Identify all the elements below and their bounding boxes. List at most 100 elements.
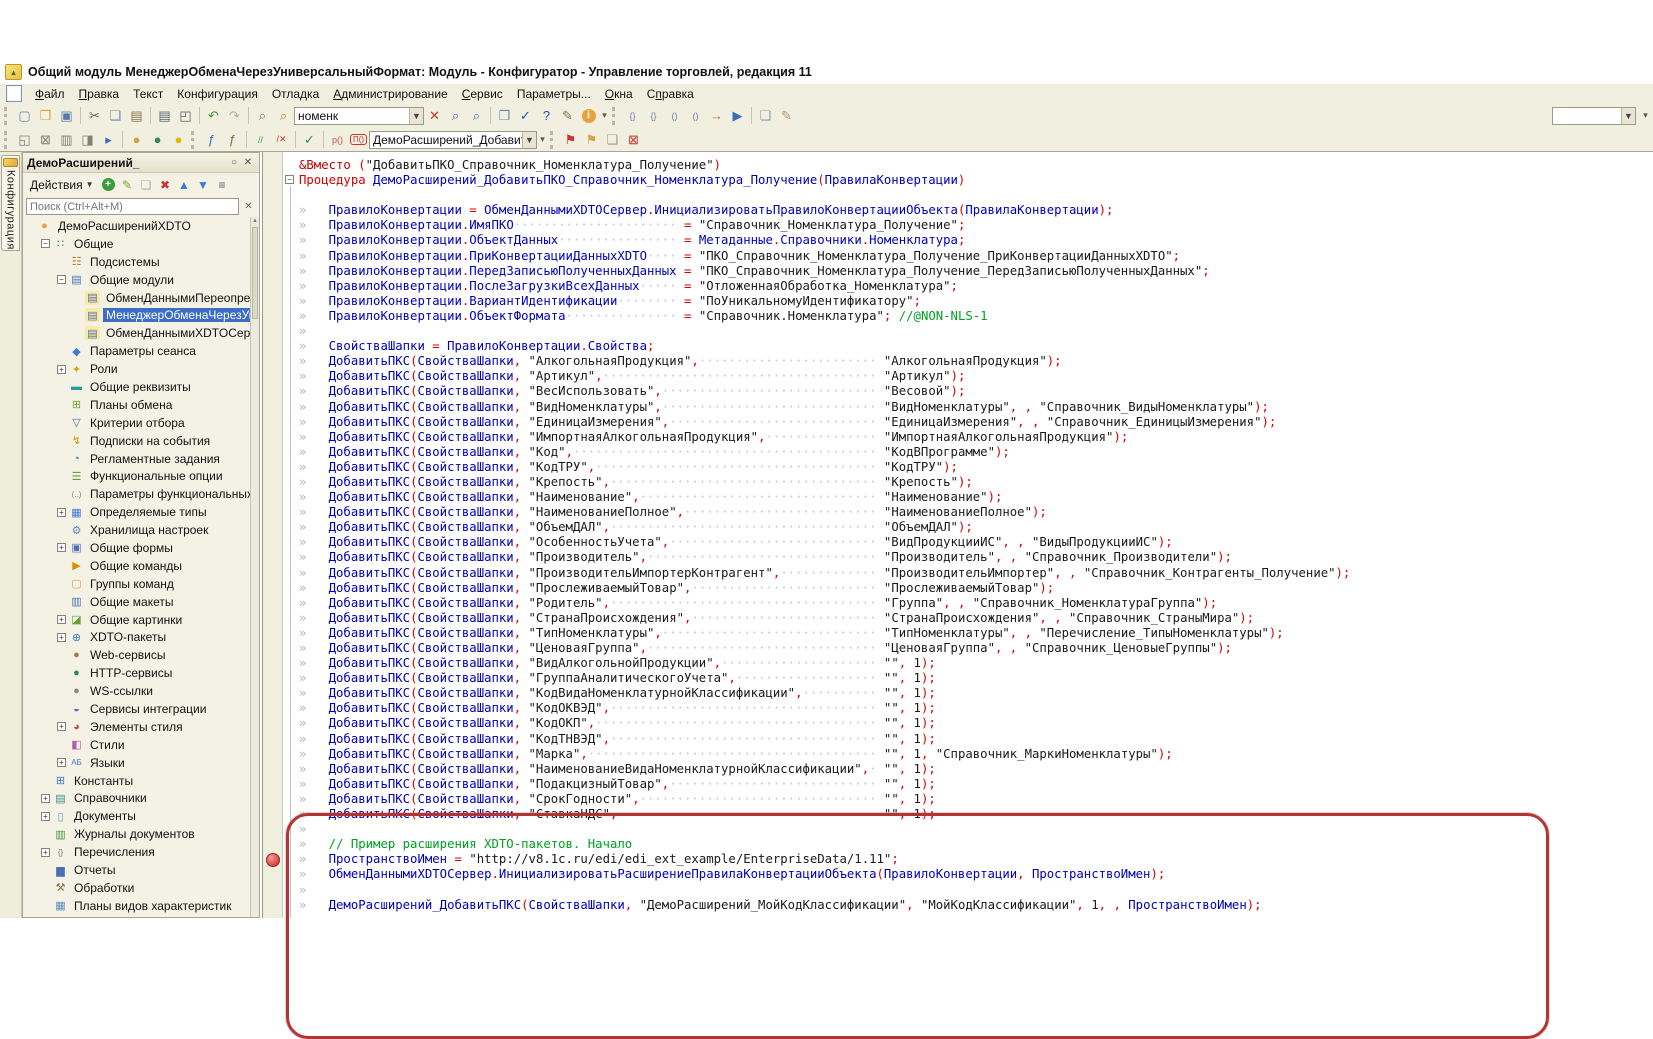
expander-icon[interactable]: + bbox=[57, 543, 66, 552]
clear-bookmarks-icon[interactable]: ⊠ bbox=[623, 130, 644, 150]
find-in-folder-icon[interactable]: ⌕ bbox=[252, 106, 273, 126]
menu-item[interactable]: Правка bbox=[72, 85, 127, 103]
expander-icon[interactable]: + bbox=[57, 365, 66, 374]
add-bookmark-icon[interactable]: ⚑ bbox=[560, 130, 581, 150]
tree-item[interactable]: +▣Общие формы bbox=[23, 539, 250, 557]
code-editor[interactable]: &Вместо ("ДобавитьПКО_Справочник_Номенкл… bbox=[283, 152, 1653, 918]
tree-item[interactable]: ⚙Хранилища настроек bbox=[23, 521, 250, 539]
template-icon[interactable]: ✎ bbox=[557, 106, 578, 126]
goto-procedure-icon[interactable]: p() bbox=[327, 130, 348, 150]
expander-icon[interactable]: − bbox=[41, 239, 50, 248]
tree-item[interactable]: ☰Функциональные опции bbox=[23, 467, 250, 485]
expander-icon[interactable]: + bbox=[41, 848, 50, 857]
breakpoint-margin[interactable] bbox=[262, 152, 283, 918]
scroll-up-icon[interactable]: ▲ bbox=[251, 217, 259, 226]
tree-item[interactable]: ▥Общие макеты bbox=[23, 593, 250, 611]
tree-item[interactable]: +▯Документы bbox=[23, 807, 250, 825]
open-icon[interactable]: ❒ bbox=[35, 106, 56, 126]
tree-item[interactable]: ▽Критерии отбора bbox=[23, 414, 250, 432]
menu-item[interactable]: Окна bbox=[598, 85, 640, 103]
open-document-icon[interactable]: ▶ bbox=[727, 106, 748, 126]
tree-item[interactable]: ▤ОбменДаннымиПереопредел bbox=[23, 289, 250, 307]
print-preview-icon[interactable]: ◰ bbox=[175, 106, 196, 126]
pin-icon[interactable]: ○ bbox=[227, 156, 241, 170]
expander-icon[interactable]: + bbox=[57, 508, 66, 517]
tree-item[interactable]: ▆Отчеты bbox=[23, 861, 250, 879]
tree-item[interactable]: +▦Определяемые типы bbox=[23, 503, 250, 521]
toolbar-grip[interactable] bbox=[612, 107, 618, 125]
edit-icon[interactable]: ✎ bbox=[118, 176, 137, 194]
menu-item[interactable]: Администрирование bbox=[326, 85, 454, 103]
expander-icon[interactable]: + bbox=[41, 812, 50, 821]
expander-icon[interactable]: + bbox=[57, 633, 66, 642]
expander-icon[interactable]: + bbox=[57, 758, 66, 767]
breakpoint-marker[interactable] bbox=[266, 853, 280, 867]
tree-item[interactable]: +АБЯзыки bbox=[23, 754, 250, 772]
find-next-icon[interactable]: ⌕ bbox=[445, 106, 466, 126]
find-previous-icon[interactable]: ⌕ bbox=[466, 106, 487, 126]
syntax-check-icon[interactable]: ✓ bbox=[515, 106, 536, 126]
open-in-window-icon[interactable]: ▸ bbox=[98, 130, 119, 150]
tree-item[interactable]: ●HTTP-сервисы bbox=[23, 664, 250, 682]
tree-item[interactable]: ↯Подписки на события bbox=[23, 432, 250, 450]
search-clear-icon[interactable]: ✕ bbox=[241, 199, 256, 214]
copy-icon[interactable]: ❏ bbox=[105, 106, 126, 126]
tree-item[interactable]: ⊞Константы bbox=[23, 772, 250, 790]
undo-icon[interactable]: ↶ bbox=[203, 106, 224, 126]
tree-item[interactable]: +◕Элементы стиля bbox=[23, 718, 250, 736]
tree-item[interactable]: ◆Параметры сеанса bbox=[23, 342, 250, 360]
search-input[interactable]: номенк▼ bbox=[294, 107, 424, 125]
toolbar-grip[interactable] bbox=[191, 131, 197, 149]
toolbar-grip[interactable] bbox=[4, 131, 10, 149]
expander-icon[interactable]: + bbox=[57, 722, 66, 731]
search-clear-icon[interactable]: ✕ bbox=[424, 106, 445, 126]
next-bookmark-icon[interactable]: ⚑ bbox=[581, 130, 602, 150]
bookmark-doc-icon[interactable]: ❏ bbox=[755, 106, 776, 126]
sort-icon[interactable]: ≡ bbox=[213, 176, 232, 194]
tree-item[interactable]: ●ДемоРасширенийXDTO bbox=[23, 217, 250, 235]
procedure-select[interactable]: ДемоРасширений_ДобавитьПК▼ bbox=[369, 131, 537, 149]
navigate-forward-globe-icon[interactable]: ● bbox=[168, 130, 189, 150]
tree-item[interactable]: ☷Подсистемы bbox=[23, 253, 250, 271]
tree-item[interactable]: ▬Общие реквизиты bbox=[23, 378, 250, 396]
save-icon[interactable]: ▣ bbox=[56, 106, 77, 126]
prev-bookmark-icon[interactable]: ❏ bbox=[602, 130, 623, 150]
tree-item[interactable]: ▥Журналы документов bbox=[23, 825, 250, 843]
move-down-icon[interactable]: ▼ bbox=[194, 176, 213, 194]
insert-function-icon[interactable]: ƒ bbox=[201, 130, 222, 150]
menu-item[interactable]: Файл bbox=[28, 85, 72, 103]
window-close-icon[interactable]: ⊠ bbox=[35, 130, 56, 150]
tree-item[interactable]: ●Web-сервисы bbox=[23, 646, 250, 664]
expander-icon[interactable]: + bbox=[41, 794, 50, 803]
block-close-icon[interactable]: () bbox=[685, 106, 706, 126]
info-dropdown-icon[interactable]: ▾ bbox=[599, 106, 610, 126]
tree-item[interactable]: −∷Общие bbox=[23, 235, 250, 253]
tree-item[interactable]: ▢Группы команд bbox=[23, 575, 250, 593]
insert-procedure-icon[interactable]: ƒ bbox=[222, 130, 243, 150]
menu-item[interactable]: Текст bbox=[126, 85, 170, 103]
tree-item[interactable]: ▶Общие команды bbox=[23, 557, 250, 575]
chevron-down-icon[interactable]: ▼ bbox=[1621, 108, 1635, 124]
chevron-down-icon[interactable]: ▼ bbox=[522, 132, 536, 148]
toolbar-overflow-icon[interactable]: ▾ bbox=[1640, 106, 1651, 126]
toolbar-grip[interactable] bbox=[4, 107, 10, 125]
copy-add-icon[interactable]: ❏ bbox=[137, 176, 156, 194]
add-comment-icon[interactable]: // bbox=[250, 130, 271, 150]
tree-item[interactable]: (..)Параметры функциональных опц bbox=[23, 485, 250, 503]
tree-item[interactable]: ⊞Планы обмена bbox=[23, 396, 250, 414]
duplicate-icon[interactable]: ❐ bbox=[494, 106, 515, 126]
redo-icon[interactable]: ↷ bbox=[224, 106, 245, 126]
globe-icon[interactable]: ● bbox=[147, 130, 168, 150]
tree-item[interactable]: ◒Сервисы интеграции bbox=[23, 700, 250, 718]
tree-item[interactable]: ◧Стили bbox=[23, 736, 250, 754]
quick-select-input[interactable]: ▼ bbox=[1552, 107, 1636, 125]
tab-configuration[interactable]: Конфигурация bbox=[1, 155, 20, 251]
window-switch-icon[interactable]: ◨ bbox=[77, 130, 98, 150]
menu-item[interactable]: Сервис bbox=[455, 85, 510, 103]
navigate-back-globe-icon[interactable]: ● bbox=[126, 130, 147, 150]
tree-item[interactable]: +{}Перечисления bbox=[23, 843, 250, 861]
print-icon[interactable]: ▤ bbox=[154, 106, 175, 126]
chevron-down-icon[interactable]: ▼ bbox=[409, 108, 423, 124]
scrollbar-thumb[interactable] bbox=[252, 227, 258, 319]
cut-icon[interactable]: ✂ bbox=[84, 106, 105, 126]
